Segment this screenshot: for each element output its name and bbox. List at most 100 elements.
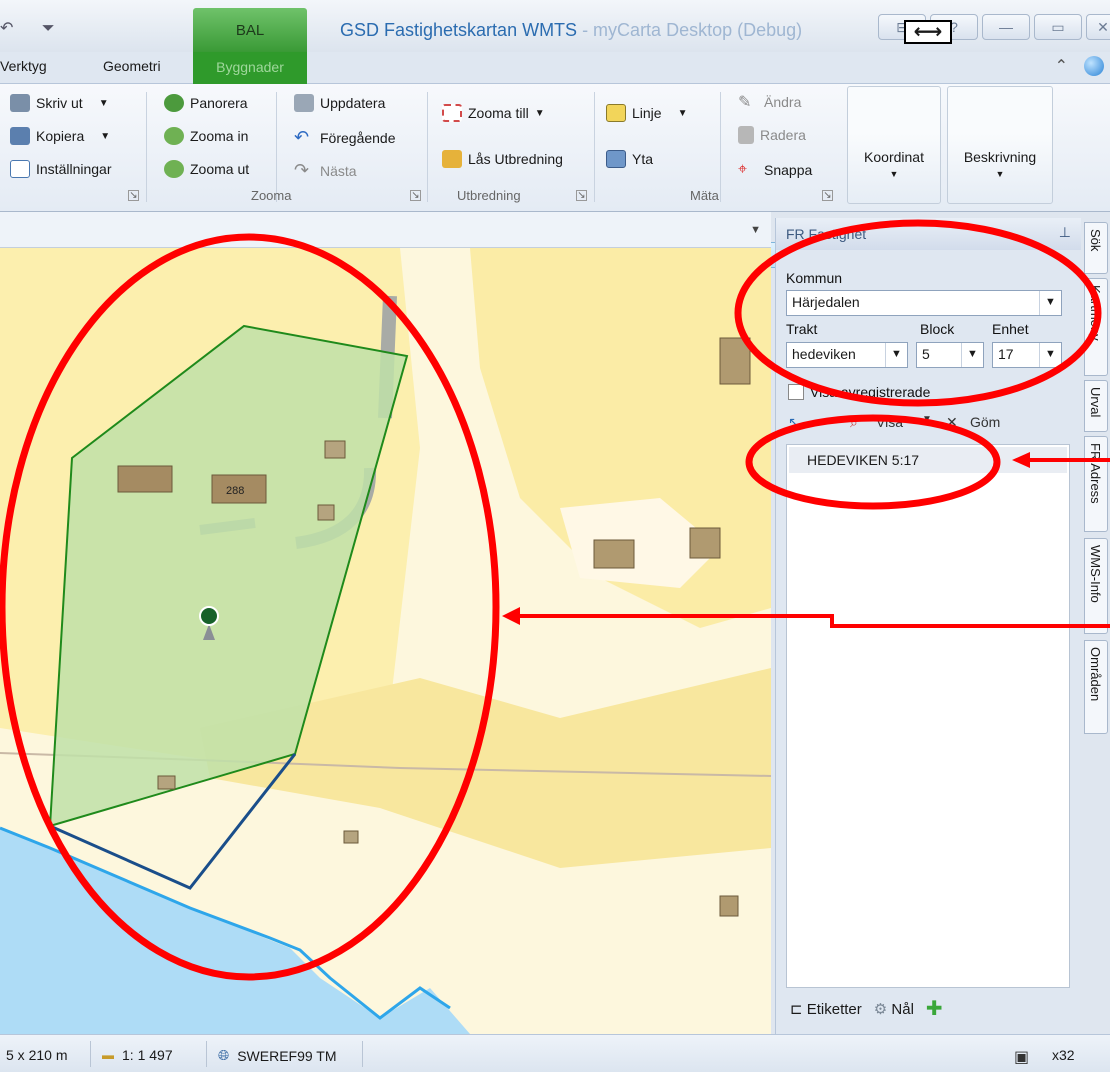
customize-qat-icon[interactable]: ⏷ (42, 20, 55, 37)
print-button[interactable]: Skriv ut ▼ (10, 94, 109, 112)
zoom-out-button[interactable]: Zooma ut (164, 160, 249, 178)
tab-kartmeny[interactable]: Kartmeny (1084, 278, 1108, 376)
tab-verktyg[interactable]: Verktyg (0, 58, 47, 74)
group-launcher-icon[interactable]: ↘ (822, 190, 833, 201)
settings-button[interactable]: Inställningar (10, 160, 112, 178)
close-button[interactable]: ✕ (1086, 14, 1110, 40)
select-arrow-icon[interactable]: ↖ (788, 414, 800, 431)
block-select[interactable]: 5 ▼ (916, 342, 984, 368)
tab-label: Områden (1088, 647, 1103, 702)
next-arrow-icon: ↷ (294, 160, 310, 180)
tab-urval[interactable]: Urval (1084, 380, 1108, 432)
map-view[interactable]: 288 (0, 248, 771, 1034)
building[interactable] (324, 440, 346, 459)
building[interactable] (689, 527, 721, 559)
trakt-label: Trakt (786, 321, 818, 337)
tab-sok[interactable]: Sök (1084, 222, 1108, 274)
trakt-select[interactable]: hedeviken ▼ (786, 342, 908, 368)
print-label: Skriv ut (36, 95, 83, 111)
app-menu-icon[interactable] (1084, 56, 1104, 76)
pin-panel-icon[interactable]: ⊥ (1059, 224, 1071, 241)
maximize-button[interactable]: ▭ (1034, 14, 1082, 40)
coordinate-button[interactable]: Koordinat ▼ (847, 86, 941, 204)
resize-cursor-icon: ⟷ (904, 20, 952, 44)
chevron-down-icon[interactable]: ▼ (750, 224, 761, 236)
lock-extent-button[interactable]: Lås Utbredning (442, 150, 563, 168)
building[interactable] (719, 337, 751, 385)
previous-button[interactable]: ↶ Föregående (294, 127, 396, 148)
building[interactable] (117, 465, 173, 493)
ribbon-separator (594, 92, 595, 202)
kommun-select[interactable]: Härjedalen ▼ (786, 290, 1062, 316)
refresh-button[interactable]: Uppdatera (294, 94, 385, 112)
panel-title: FR Fastighet (786, 226, 867, 242)
snap-button[interactable]: ⌖ Snappa (738, 161, 812, 179)
tab-fr-adress[interactable]: FR Adress (1084, 436, 1108, 532)
snap-label: Snappa (764, 162, 813, 178)
description-label: Beskrivning (963, 149, 1037, 165)
zoom-to-button[interactable]: Zooma till ▼ (442, 104, 545, 122)
zoom-out-icon (164, 160, 184, 178)
zoom-out-label: Zooma ut (190, 161, 250, 177)
results-list[interactable]: HEDEVIKEN 5:17 (786, 444, 1070, 988)
list-item[interactable]: HEDEVIKEN 5:17 (789, 447, 1067, 473)
add-plus-icon[interactable]: ✚ (926, 996, 943, 1021)
kommun-label: Kommun (786, 270, 843, 286)
chevron-down-icon: ▼ (885, 343, 907, 367)
zoom-in-button[interactable]: Zooma in (164, 127, 248, 145)
building[interactable] (317, 504, 335, 521)
pan-button[interactable]: Panorera (164, 94, 248, 112)
copy-button[interactable]: Kopiera ▼ (10, 127, 110, 145)
group-launcher-icon[interactable]: ↘ (410, 190, 421, 201)
measure-line-button[interactable]: Linje ▼ (606, 104, 688, 122)
show-deregistered-checkbox[interactable] (788, 384, 804, 400)
area-label: Yta (632, 151, 654, 167)
measure-area-button[interactable]: Yta (606, 150, 653, 168)
delete-button[interactable]: Radera (738, 126, 806, 144)
checkbox-settings-icon (10, 160, 30, 178)
edit-button[interactable]: ✎ Ändra (738, 92, 801, 112)
undo-icon[interactable]: ↶ (0, 20, 13, 37)
status-separator (90, 1041, 91, 1067)
tab-byggnader[interactable]: Byggnader (193, 52, 307, 84)
pin-button[interactable]: ⚙ Nål (874, 1000, 914, 1018)
snap-cursor-icon: ⌖ (738, 161, 748, 178)
hide-button[interactable]: Göm (970, 414, 1000, 430)
group-launcher-icon[interactable]: ↘ (128, 190, 139, 201)
collapse-ribbon-icon[interactable]: ⌃ (1055, 56, 1068, 76)
show-button[interactable]: Visa (876, 414, 903, 430)
map-pin-icon[interactable] (199, 606, 219, 626)
group-label-zooma: Zooma (251, 188, 292, 203)
enhet-select[interactable]: 17 ▼ (992, 342, 1062, 368)
coordinate-system[interactable]: 🌐︎ SWEREF99 TM (218, 1047, 337, 1064)
fr-fastighet-panel: FR Fastighet ⊥ Kommun Härjedalen ▼ Trakt… (775, 218, 1081, 1034)
coordinate-label: Koordinat (864, 149, 924, 165)
pin-gears-icon: ⚙ (873, 1000, 888, 1018)
building[interactable] (719, 895, 739, 917)
group-launcher-icon[interactable]: ↘ (576, 190, 587, 201)
ribbon-tab-row: Verktyg Geometri Byggnader ⌃ (0, 52, 1110, 84)
tab-wms-info[interactable]: WMS-Info (1084, 538, 1108, 634)
minimize-button[interactable]: — (982, 14, 1030, 40)
zoom-to-icon (442, 104, 462, 122)
next-label: Nästa (320, 162, 357, 179)
chevron-down-icon[interactable]: ▼ (922, 414, 932, 425)
pan-hand-icon (164, 94, 184, 112)
building[interactable] (343, 830, 359, 844)
building[interactable] (157, 775, 176, 790)
tab-label: Urval (1088, 387, 1103, 418)
map-scale[interactable]: ▬ 1: 1 497 (102, 1047, 173, 1063)
tab-label: Sök (1088, 229, 1103, 252)
zoom-in-label: Zooma in (190, 128, 249, 144)
save-button[interactable]: ▣ (1014, 1047, 1029, 1067)
status-separator (362, 1041, 363, 1067)
description-button[interactable]: Beskrivning ▼ (947, 86, 1053, 204)
next-button[interactable]: ↷ Nästa (294, 160, 357, 181)
tab-label: WMS-Info (1088, 545, 1103, 603)
labels-button[interactable]: ⊏ Etiketter (790, 1000, 862, 1018)
map-scale-value: 1: 1 497 (122, 1047, 173, 1063)
tab-geometri[interactable]: Geometri (103, 58, 161, 74)
save-floppy-icon: ▣ (1014, 1049, 1030, 1066)
building[interactable] (593, 539, 635, 569)
tab-omraden[interactable]: Områden (1084, 640, 1108, 734)
